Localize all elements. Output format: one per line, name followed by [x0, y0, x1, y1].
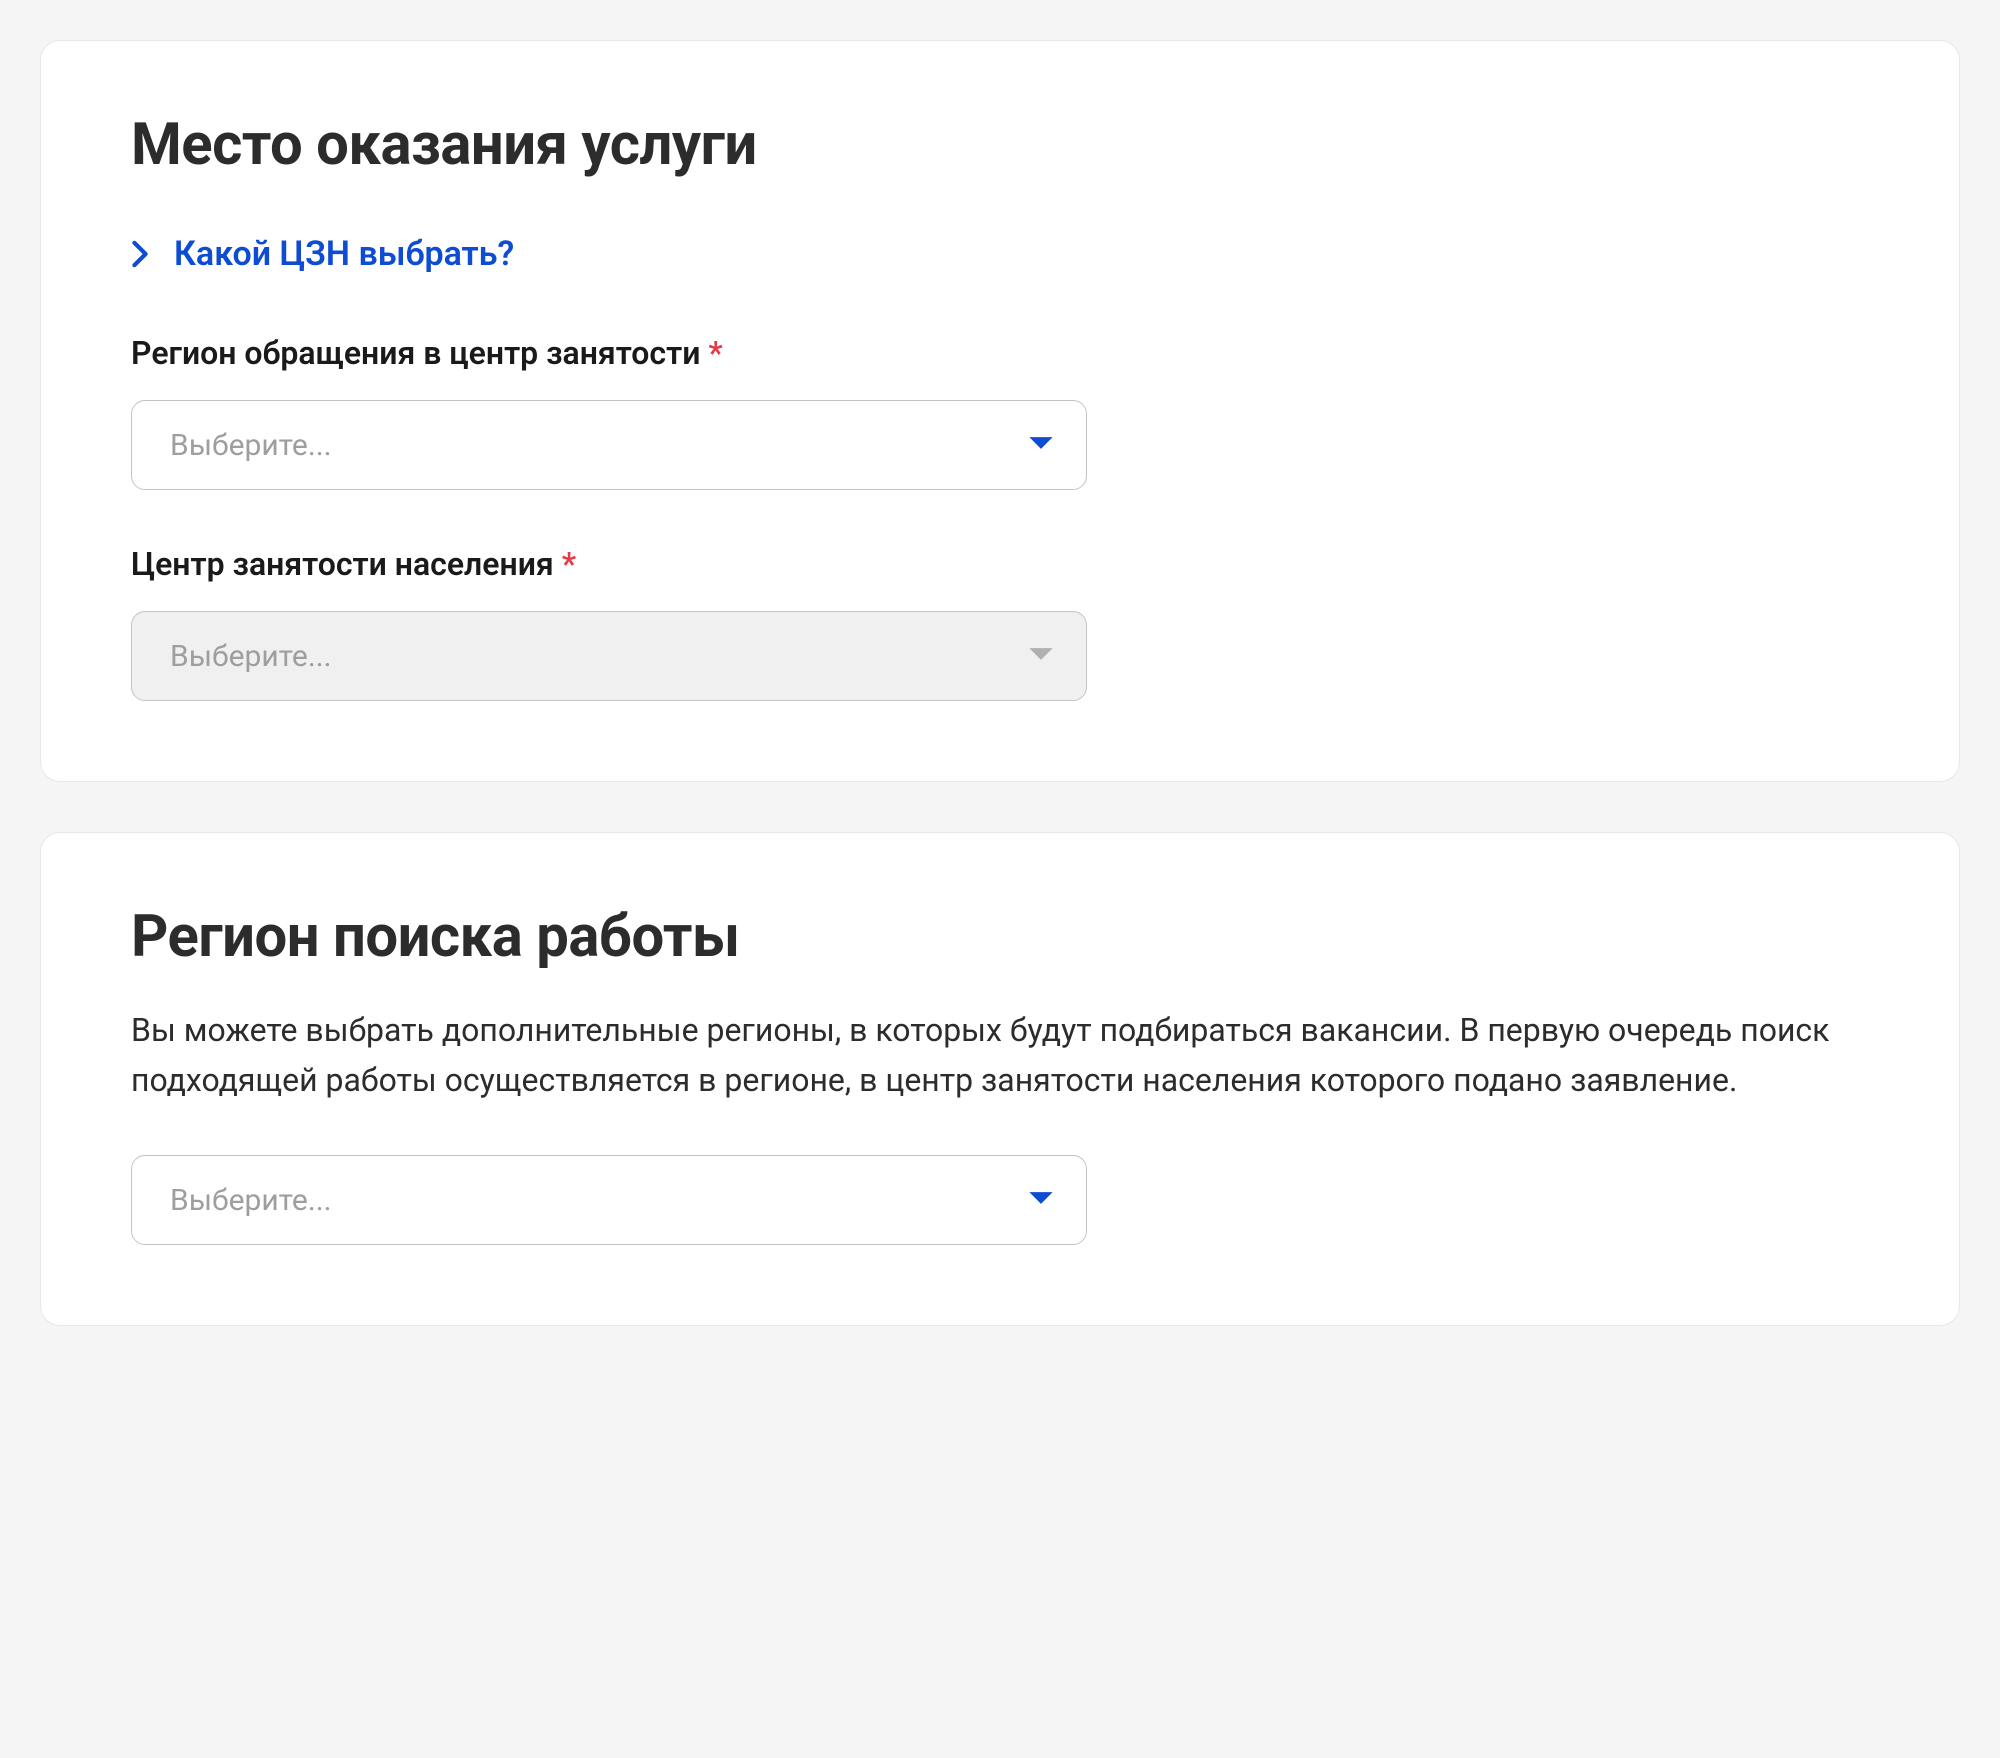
select-placeholder: Выберите... — [170, 639, 332, 674]
region-label: Регион обращения в центр занятости * — [131, 334, 1869, 372]
center-select[interactable]: Выберите... — [131, 611, 1087, 701]
hint-link-text: Какой ЦЗН выбрать? — [174, 234, 514, 274]
section-title: Место оказания услуги — [131, 111, 1869, 179]
chevron-right-icon — [131, 240, 149, 268]
required-mark: * — [562, 545, 576, 583]
required-mark: * — [708, 334, 722, 372]
search-region-select-wrapper: Выберите... — [131, 1155, 1087, 1245]
center-label: Центр занятости населения * — [131, 545, 1869, 583]
section-description: Вы можете выбрать дополнительные регионы… — [131, 1006, 1869, 1105]
region-select[interactable]: Выберите... — [131, 400, 1087, 490]
hint-expand-toggle[interactable]: Какой ЦЗН выбрать? — [131, 234, 1869, 274]
search-region-card: Регион поиска работы Вы можете выбрать д… — [40, 832, 1960, 1326]
service-location-card: Место оказания услуги Какой ЦЗН выбрать?… — [40, 40, 1960, 782]
center-select-wrapper: Выберите... — [131, 611, 1087, 701]
search-region-select[interactable]: Выберите... — [131, 1155, 1087, 1245]
select-placeholder: Выберите... — [170, 1183, 332, 1218]
region-field-group: Регион обращения в центр занятости * Выб… — [131, 334, 1869, 490]
section-title: Регион поиска работы — [131, 903, 1869, 971]
region-select-wrapper: Выберите... — [131, 400, 1087, 490]
search-region-field-group: Выберите... — [131, 1155, 1869, 1245]
center-field-group: Центр занятости населения * Выберите... — [131, 545, 1869, 701]
select-placeholder: Выберите... — [170, 428, 332, 463]
